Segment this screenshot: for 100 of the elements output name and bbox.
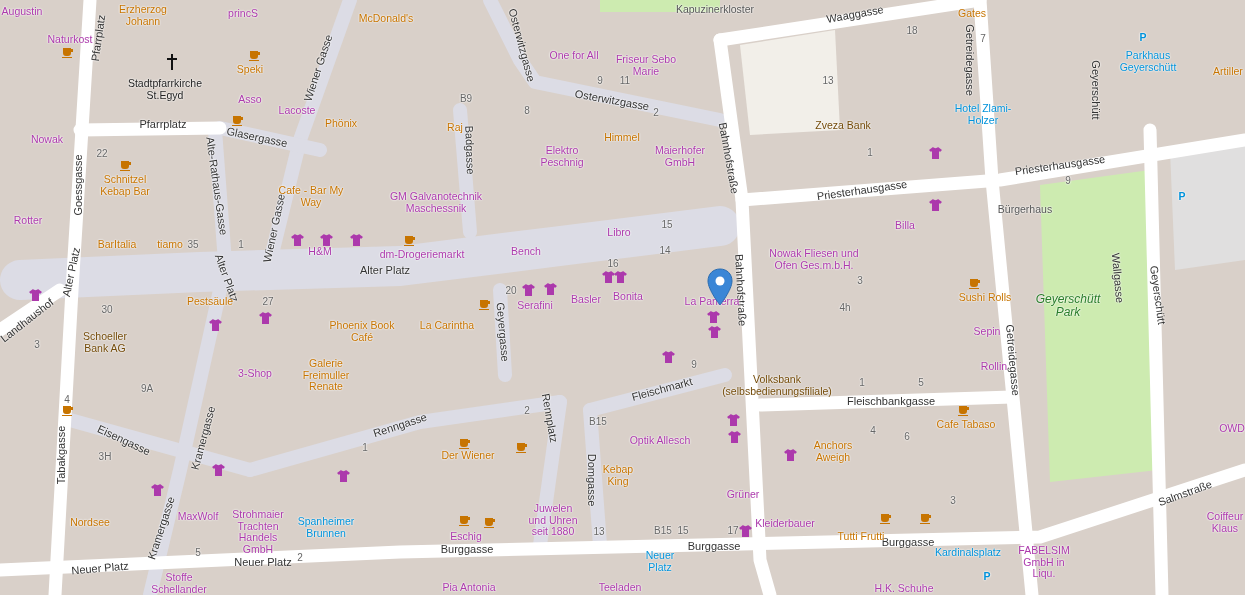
cup-icon xyxy=(249,50,261,61)
house-number: 30 xyxy=(101,303,113,315)
place-label: Pia Antonia xyxy=(442,582,496,594)
street-label: Geyerschütt xyxy=(1089,60,1103,120)
cup-icon xyxy=(120,160,132,171)
street-label: Domgasse xyxy=(585,453,599,507)
cup-icon xyxy=(516,442,528,453)
house-number: 2 xyxy=(653,106,659,118)
house-number: B9 xyxy=(459,92,473,104)
place-label: BarItalia xyxy=(97,239,137,251)
house-number: 1 xyxy=(362,441,368,453)
shirt-icon xyxy=(209,319,222,331)
house-number: 4 xyxy=(870,424,876,436)
place-label: Elektro Peschnig xyxy=(539,145,585,169)
house-number: 8 xyxy=(524,104,530,116)
place-label: Optik Allesch xyxy=(629,435,691,447)
house-number: B15 xyxy=(654,524,672,536)
house-number: 9 xyxy=(691,358,697,370)
place-label: Basler xyxy=(571,294,601,306)
place-label: Strohmaier Trachten Handels GmbH xyxy=(231,508,285,556)
house-number: 35 xyxy=(187,238,199,250)
place-label: Schoeller Bank AG xyxy=(82,331,128,355)
place-label: Rollin xyxy=(980,361,1008,373)
shirt-icon xyxy=(259,312,272,324)
cup-icon xyxy=(484,517,496,528)
place-label: Nowak Fliesen und Ofen Ges.m.b.H. xyxy=(768,248,860,272)
place-label: princS xyxy=(228,8,258,20)
house-number: 1 xyxy=(859,376,865,388)
house-number: 4 xyxy=(64,393,70,405)
street-label: Neuer Platz xyxy=(234,555,292,569)
place-label: Juwelen und Uhren seit 1880 xyxy=(527,502,579,538)
place-label: Bench xyxy=(511,246,541,258)
parking-label: P xyxy=(1178,191,1186,203)
place-label: Raj xyxy=(447,122,463,134)
place-label: Neuer Platz xyxy=(644,550,676,574)
shirt-icon xyxy=(708,326,721,338)
house-number: 5 xyxy=(918,376,924,388)
place-label: Bürgerhaus xyxy=(997,204,1053,216)
house-number: 15 xyxy=(677,524,689,536)
place-label: tiamo xyxy=(157,239,183,251)
place-label: Stadtpfarrkirche St.Egyd xyxy=(126,78,204,102)
place-label: MaxWolf xyxy=(177,511,219,523)
house-number: B15 xyxy=(589,415,607,427)
cross-icon xyxy=(165,54,179,70)
cup-icon xyxy=(479,299,491,310)
shirt-icon xyxy=(614,271,627,283)
house-number: 16 xyxy=(607,257,619,269)
place-label: Naturkost xyxy=(47,34,93,46)
cup-icon xyxy=(459,515,471,526)
place-label: Artiller xyxy=(1213,66,1243,78)
parking-label: P xyxy=(1139,32,1147,44)
street-label: Fleischbankgasse xyxy=(846,394,936,408)
cup-icon xyxy=(920,513,932,524)
house-number: 1 xyxy=(867,146,873,158)
street-label: Burggasse xyxy=(440,542,494,556)
street-label: Waaggasse xyxy=(825,3,885,25)
cup-icon xyxy=(459,438,471,449)
place-label: Geyerschütt Park xyxy=(1035,292,1101,320)
place-label: Parkhaus Geyerschütt xyxy=(1118,50,1178,74)
place-label: Himmel xyxy=(604,132,640,144)
place-label: Schnitzel Kebap Bar xyxy=(99,174,151,198)
street-label: Alter Platz xyxy=(59,246,83,298)
shirt-icon xyxy=(337,470,350,482)
street-label: Pfarrplatz xyxy=(139,117,187,131)
place-label: Kapuzinerkloster xyxy=(675,4,755,16)
place-label: Eschig xyxy=(450,531,482,543)
place-label: Gates xyxy=(958,8,986,20)
shirt-icon xyxy=(728,431,741,443)
shirt-icon xyxy=(929,147,942,159)
place-label: Phoenix Book Café xyxy=(328,320,396,344)
place-label: Erzherzog Johann xyxy=(118,4,168,28)
house-number: 18 xyxy=(906,24,918,36)
shirt-icon xyxy=(602,271,615,283)
street-label: Priesterhausgasse xyxy=(816,177,908,203)
place-label: Bonita xyxy=(613,291,643,303)
street-label: Geyergasse xyxy=(494,301,512,363)
place-label: McDonald's xyxy=(358,13,414,25)
cup-icon xyxy=(62,405,74,416)
street-label: Wallgasse xyxy=(1109,252,1127,304)
place-label: Speki xyxy=(236,64,264,76)
shirt-icon xyxy=(320,234,333,246)
parking-label: P xyxy=(983,571,991,583)
place-label: 3-Shop xyxy=(238,368,272,380)
house-number: 3 xyxy=(34,338,40,350)
house-number: 4h xyxy=(839,301,851,313)
house-number: 9 xyxy=(1065,174,1071,186)
house-number: 2 xyxy=(297,551,303,563)
street-label: Getreidegasse xyxy=(963,24,977,96)
place-label: Stoffe Schellander xyxy=(150,572,208,595)
house-number: 7 xyxy=(980,32,986,44)
street-label: Tabakgasse xyxy=(54,425,68,485)
house-number: 13 xyxy=(822,74,834,86)
place-label: Coiffeur Klaus xyxy=(1205,511,1245,535)
place-label: Maierhofer GmbH xyxy=(653,145,707,169)
place-label: Rotter xyxy=(13,215,43,227)
shirt-icon xyxy=(707,311,720,323)
house-number: 20 xyxy=(505,284,517,296)
place-label: dm-Drogeriemarkt xyxy=(379,249,465,261)
place-label: Augustin xyxy=(1,6,43,18)
place-label: Nordsee xyxy=(70,517,110,529)
